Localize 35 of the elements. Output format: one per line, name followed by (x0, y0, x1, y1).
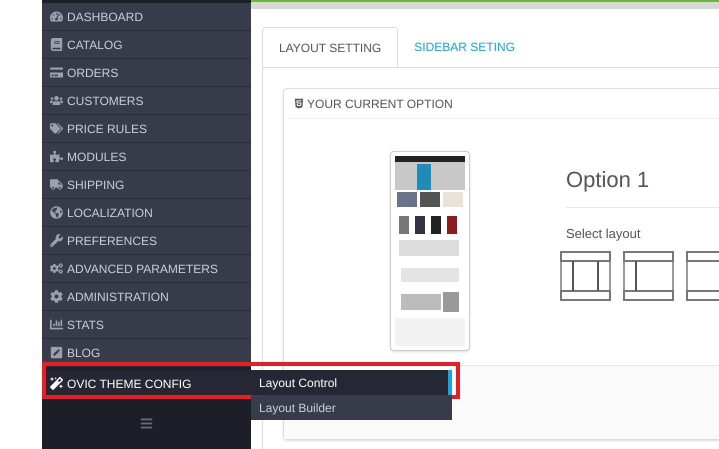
layout-option-icon[interactable] (560, 250, 611, 300)
sidebar-item[interactable]: PREFERENCES (42, 227, 251, 255)
sidebar-item[interactable]: ORDERS (42, 59, 251, 87)
submenu-item[interactable]: Layout Control (251, 370, 452, 395)
credit-card-icon (50, 66, 63, 79)
html5-icon (294, 98, 304, 109)
tab[interactable]: LAYOUT SETTING (262, 27, 398, 67)
globe-icon (50, 206, 63, 219)
sidebar-item[interactable]: SHIPPING (42, 171, 251, 199)
puzzle-icon (50, 150, 63, 163)
layout-option-icon[interactable] (623, 250, 674, 300)
sidebar-item[interactable]: STATS (42, 311, 251, 339)
gauge-icon (50, 10, 63, 23)
sidebar-item[interactable]: CATALOG (42, 31, 251, 59)
menu-icon[interactable] (140, 417, 153, 430)
tag-icon (50, 122, 63, 135)
book-icon (50, 38, 63, 51)
bar-chart-icon (50, 318, 63, 331)
select-layout-label: Select layout (566, 225, 642, 243)
sidebar-item[interactable]: DASHBOARD (42, 3, 251, 31)
sidebar-item[interactable]: MODULES (42, 143, 251, 171)
sidebar-item[interactable]: ADMINISTRATION (42, 283, 251, 311)
sidebar-item[interactable]: LOCALIZATION (42, 199, 251, 227)
truck-icon (50, 178, 63, 191)
sidebar-item[interactable]: PRICE RULES (42, 115, 251, 143)
users-icon (50, 94, 63, 107)
magic-wand-icon (50, 377, 63, 390)
sidebar-item[interactable]: CUSTOMERS (42, 87, 251, 115)
wrench-icon (50, 234, 63, 247)
gears-icon (50, 262, 63, 275)
option-title: Option 1 (566, 166, 650, 194)
sidebar-item[interactable]: ADVANCED PARAMETERS (42, 255, 251, 283)
card-title: YOUR CURRENT OPTION (307, 96, 453, 112)
submenu-item[interactable]: Layout Builder (251, 395, 452, 420)
gear-icon (50, 290, 63, 303)
